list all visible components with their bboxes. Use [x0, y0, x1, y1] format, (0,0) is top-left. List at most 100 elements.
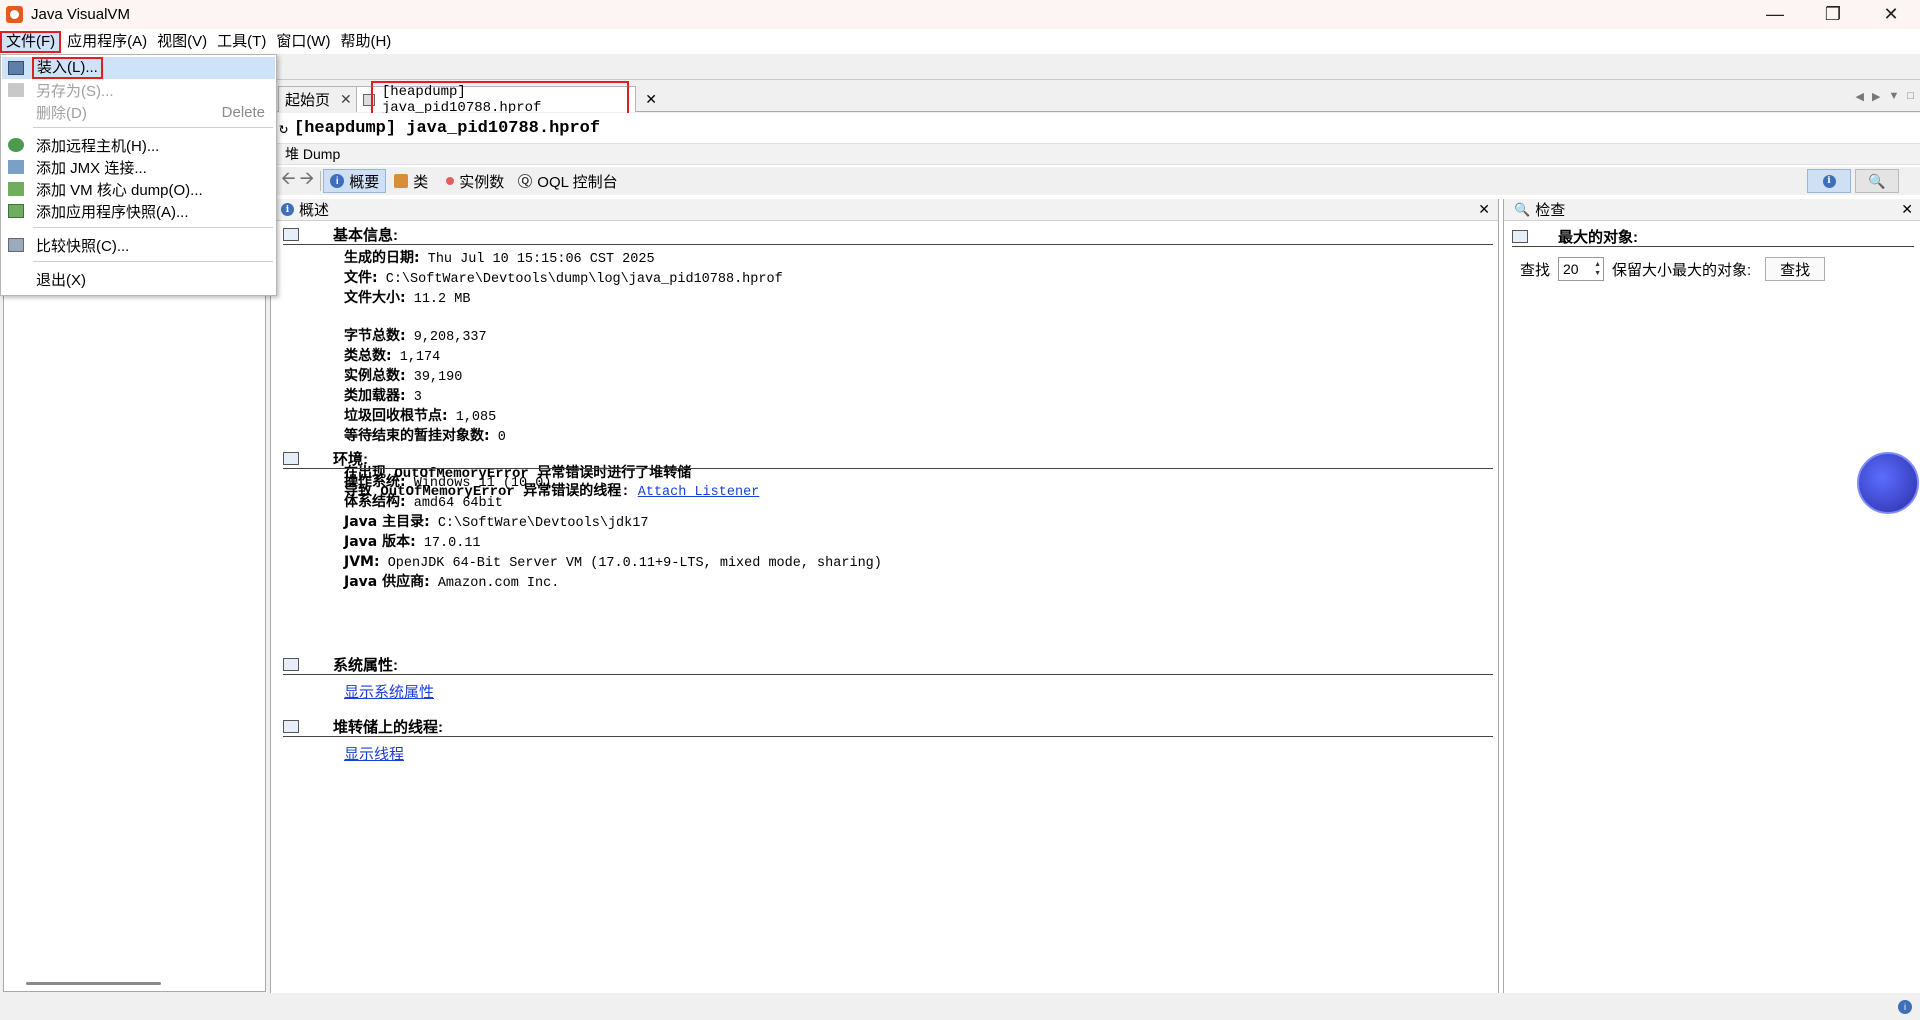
info-row: 文件: C:\SoftWare\Devtools\dump\log\java_p… [344, 269, 1493, 289]
inspect-panel: 🔍 检查 ✕ 最大的对象: 查找 20 ▲ ▼ 保留大小最大的对象: 查找 [1503, 199, 1920, 993]
view-classes-button[interactable]: 类 [388, 169, 434, 193]
properties-icon [283, 658, 299, 671]
view-instances-button[interactable]: 实例数 [436, 169, 510, 193]
info-value: 11.2 MB [413, 292, 471, 307]
show-system-properties-link[interactable]: 显示系统属性 [344, 684, 434, 701]
view-summary-label: 概要 [349, 173, 380, 191]
compare-icon [8, 238, 24, 252]
info-value: OpenJDK 64-Bit Server VM (17.0.11+9-LTS,… [387, 556, 882, 571]
subheader-label: 堆 Dump [285, 146, 341, 162]
menu-separator [33, 127, 273, 128]
show-info-button[interactable]: i [1807, 169, 1851, 193]
menu-item-label: 退出(X) [36, 271, 86, 289]
info-key: Java 版本: [344, 534, 416, 550]
overview-panel-title: 概述 [299, 202, 330, 219]
menu-item-label: 添加远程主机(H)... [36, 137, 160, 155]
instances-icon [446, 177, 455, 185]
back-arrow-icon[interactable]: 🡨 [281, 166, 296, 196]
close-icon[interactable]: ✕ [1901, 201, 1913, 218]
horizontal-scrollbar[interactable] [26, 982, 161, 985]
visualvm-window: Java VisualVM — ❐ ✕ 文件(F) 应用程序(A) 视图(V) … [0, 0, 1920, 1020]
tab-navigation: ◀ ▶ ▼ □ [1856, 90, 1914, 103]
close-window-button[interactable]: ✕ [1862, 0, 1920, 29]
threads-link-row: 显示线程 [283, 737, 1493, 764]
menu-item-add-jmx[interactable]: 添加 JMX 连接... [2, 156, 275, 178]
close-icon[interactable]: ✕ [1478, 201, 1490, 218]
file-menu-dropdown: 装入(L)... 另存为(S)... 删除(D) Delete 添加远程主机(H… [0, 54, 277, 296]
notification-icon[interactable]: i [1898, 1000, 1912, 1014]
tab-start-page[interactable]: 起始页 ✕ [278, 86, 362, 112]
load-icon [8, 61, 24, 75]
menu-item-add-remote-host[interactable]: 添加远程主机(H)... [2, 134, 275, 156]
menu-item-delete[interactable]: 删除(D) Delete [2, 101, 275, 123]
section-title: 最大的对象: [1512, 227, 1914, 247]
tab-heapdump[interactable]: [heapdump] java_pid10788.hprof ✕ [356, 81, 657, 116]
menu-separator [33, 261, 273, 262]
info-icon: i [1822, 174, 1836, 188]
menu-window[interactable]: 窗口(W) [272, 31, 334, 53]
minimize-button[interactable]: — [1746, 0, 1804, 29]
search-doc-icon [1512, 230, 1528, 243]
visualvm-app-icon [6, 6, 23, 23]
info-value: 39,190 [413, 370, 463, 385]
system-properties-section: 系统属性: 显示系统属性 [283, 655, 1493, 702]
view-oql-button[interactable]: Q OQL 控制台 [512, 169, 623, 193]
menu-help[interactable]: 帮助(H) [336, 31, 395, 53]
tab-list-dropdown-icon[interactable]: ▼ [1888, 90, 1899, 103]
info-key: JVM: [344, 554, 380, 570]
menu-item-exit[interactable]: 退出(X) [2, 268, 275, 290]
info-value: 3 [413, 390, 422, 405]
forward-arrow-icon[interactable]: 🡪 [300, 166, 315, 196]
info-row: Java 主目录: C:\SoftWare\Devtools\jdk17 [344, 513, 1493, 533]
info-row: 字节总数: 9,208,337 [344, 327, 1493, 347]
view-summary-button[interactable]: i 概要 [323, 169, 387, 193]
spinner-arrows-icon[interactable]: ▲ ▼ [1594, 260, 1601, 278]
info-key: 类加载器: [344, 388, 406, 404]
classes-icon [394, 174, 409, 188]
close-icon[interactable]: ✕ [340, 91, 352, 108]
object-count-spinner[interactable]: 20 ▲ ▼ [1558, 257, 1605, 281]
info-value: 0 [497, 430, 506, 445]
menu-bar: 文件(F) 应用程序(A) 视图(V) 工具(T) 窗口(W) 帮助(H) [0, 29, 1920, 54]
info-row: Java 供应商: Amazon.com Inc. [344, 573, 1493, 593]
vm-core-icon [8, 182, 24, 196]
menu-file[interactable]: 文件(F) [0, 30, 62, 53]
basic-info-title: 基本信息: [333, 227, 398, 244]
info-row: 文件大小: 11.2 MB [344, 289, 1493, 309]
menu-item-add-snapshot[interactable]: 添加应用程序快照(A)... [2, 200, 275, 222]
menu-item-compare-snapshots[interactable]: 比较快照(C)... [2, 234, 275, 256]
floating-assistant-icon[interactable] [1857, 452, 1919, 514]
close-icon[interactable]: ✕ [645, 91, 657, 108]
menu-item-label: 添加应用程序快照(A)... [36, 203, 189, 221]
inspect-panel-header: 🔍 检查 ✕ [1504, 199, 1920, 221]
menu-view[interactable]: 视图(V) [153, 31, 211, 53]
info-key: 字节总数: [344, 328, 406, 344]
menu-item-label: 比较快照(C)... [36, 237, 130, 255]
biggest-objects-title: 最大的对象: [1558, 229, 1638, 246]
computer-icon [283, 452, 299, 465]
system-properties-title: 系统属性: [333, 657, 398, 674]
maximize-icon[interactable]: □ [1907, 90, 1914, 103]
menu-item-label: 另存为(S)... [36, 82, 114, 100]
show-inspect-button[interactable]: 🔍 [1855, 169, 1899, 193]
inspect-panel-title: 检查 [1535, 202, 1566, 219]
info-value: C:\SoftWare\Devtools\jdk17 [437, 516, 649, 531]
menu-item-add-vm-core[interactable]: 添加 VM 核心 dump(O)... [2, 178, 275, 200]
restore-button[interactable]: ❐ [1804, 0, 1862, 29]
find-button[interactable]: 查找 [1765, 257, 1826, 281]
info-value: 9,208,337 [413, 330, 487, 345]
info-key: 文件: [344, 270, 378, 286]
menu-tools[interactable]: 工具(T) [213, 31, 270, 53]
tab-right-arrow-icon[interactable]: ▶ [1872, 90, 1880, 103]
view-instances-label: 实例数 [459, 173, 505, 191]
menu-item-save-as[interactable]: 另存为(S)... [2, 79, 275, 101]
section-title: 环境: [283, 449, 1493, 469]
menu-item-label: 添加 VM 核心 dump(O)... [36, 181, 203, 199]
menu-item-load[interactable]: 装入(L)... [2, 57, 275, 79]
oql-icon: Q [518, 174, 533, 188]
tab-left-arrow-icon[interactable]: ◀ [1856, 90, 1864, 103]
menu-application[interactable]: 应用程序(A) [63, 31, 151, 53]
heapdump-document: ↻ [heapdump] java_pid10788.hprof 堆 Dump … [270, 113, 1920, 993]
show-threads-link[interactable]: 显示线程 [344, 746, 404, 763]
info-value: Amazon.com Inc. [437, 576, 560, 591]
